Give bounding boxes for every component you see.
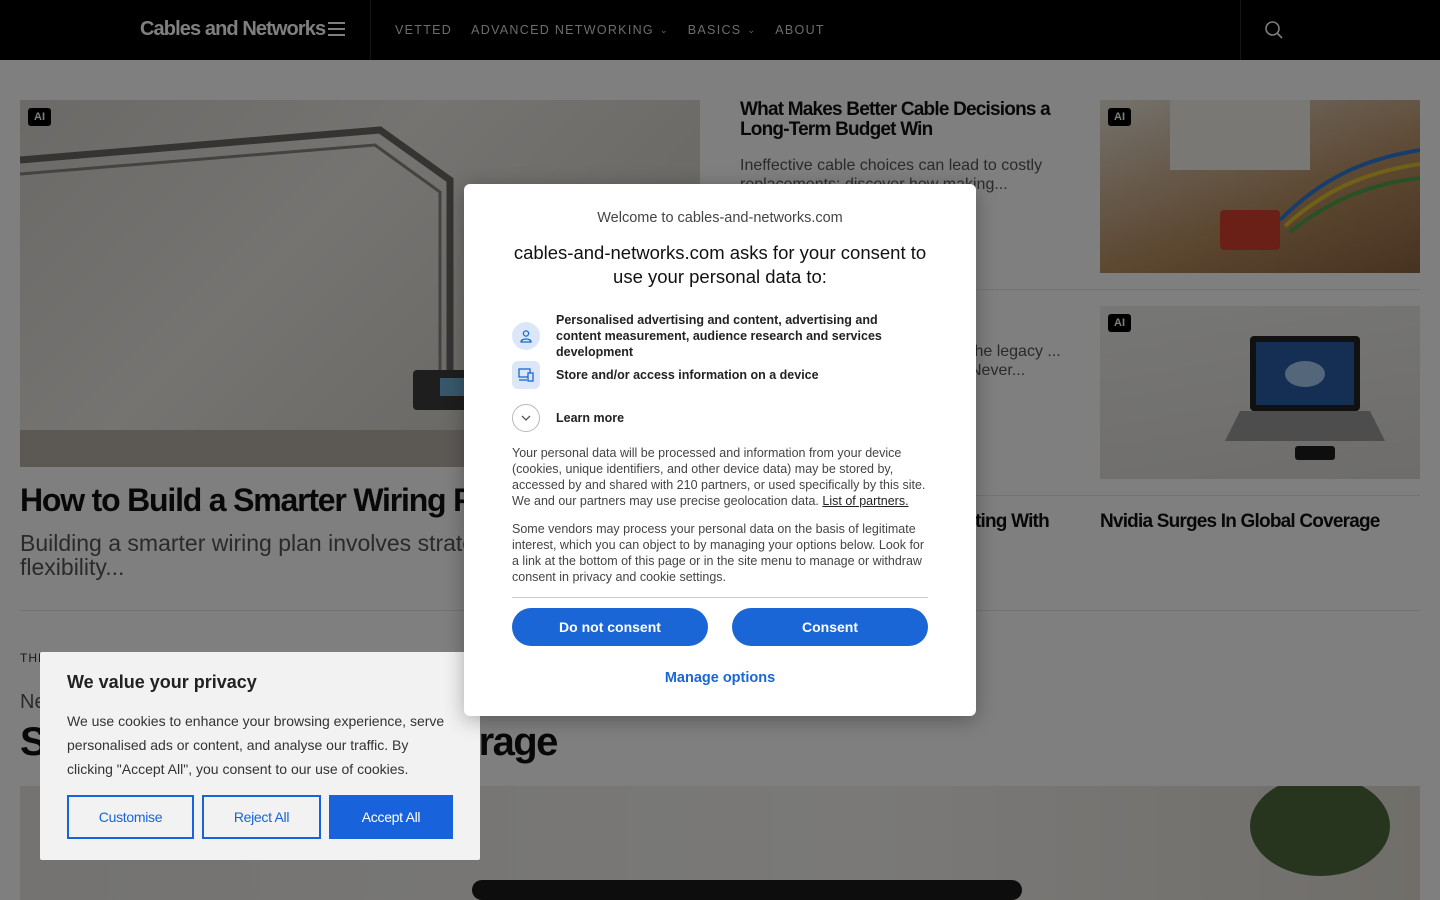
dialog-welcome: Welcome to cables-and-networks.com: [597, 210, 843, 226]
cookie-notice-title: We value your privacy: [67, 672, 257, 692]
learn-more-toggle[interactable]: Learn more: [512, 404, 624, 432]
purpose-item: Personalised advertising and content, ad…: [512, 312, 926, 360]
dialog-divider: [512, 597, 928, 598]
consent-paragraph: Your personal data will be processed and…: [512, 446, 926, 508]
customise-button[interactable]: Customise: [67, 795, 194, 839]
purpose-item: Store and/or access information on a dev…: [512, 361, 819, 389]
learn-more-label: Learn more: [556, 411, 625, 425]
reject-all-button[interactable]: Reject All: [202, 795, 321, 839]
dialog-heading: cables-and-networks.com asks for your co…: [513, 242, 927, 287]
device-icon: [512, 361, 540, 389]
legitimate-interest-paragraph: Some vendors may process your personal d…: [512, 522, 925, 584]
purpose-text: Store and/or access information on a dev…: [556, 368, 819, 382]
partners-link[interactable]: List of partners.: [822, 494, 908, 508]
cookie-notice-text: We use cookies to enhance your browsing …: [67, 713, 445, 777]
do-not-consent-button[interactable]: Do not consent: [512, 608, 708, 646]
consent-button[interactable]: Consent: [732, 608, 928, 646]
consent-dialog: Welcome to cables-and-networks.com cable…: [464, 184, 976, 716]
manage-options-link[interactable]: Manage options: [464, 670, 976, 686]
accept-all-button[interactable]: Accept All: [329, 795, 453, 839]
purpose-text: Personalised advertising and content, ad…: [556, 313, 882, 359]
cookie-notice: We value your privacy We use cookies to …: [40, 652, 480, 860]
chevron-down-icon: [512, 404, 540, 432]
person-icon: [512, 322, 540, 350]
